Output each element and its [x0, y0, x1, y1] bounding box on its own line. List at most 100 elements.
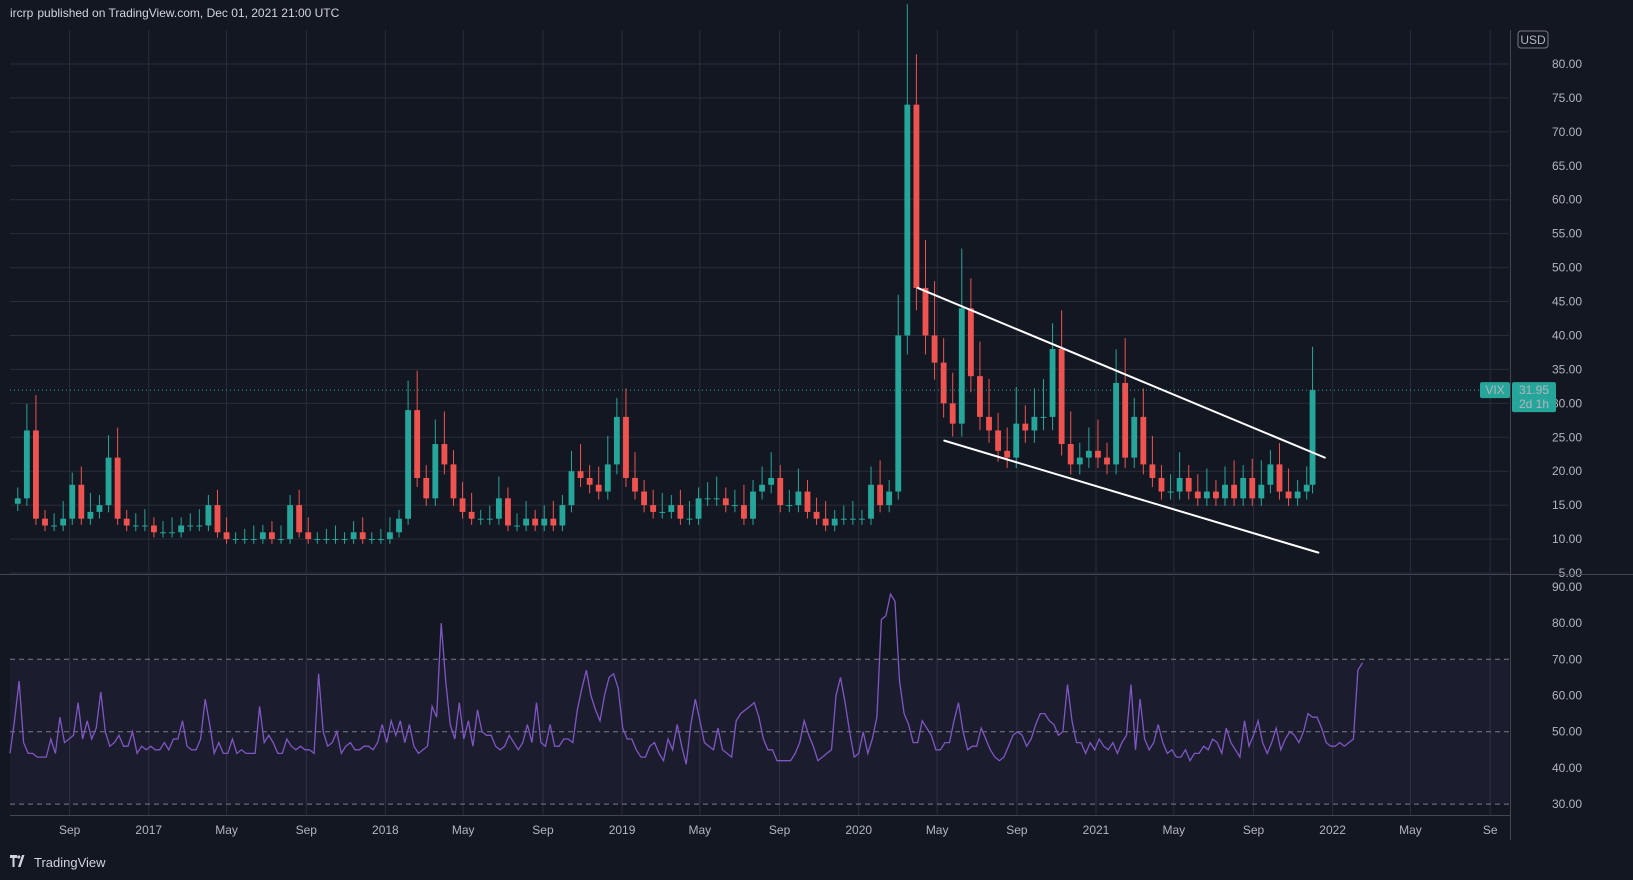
candle-body [1276, 464, 1283, 492]
candle-body [269, 532, 275, 540]
candle-body [1176, 477, 1183, 492]
rsi-axis-label: 40.00 [1552, 761, 1582, 775]
candle-body [722, 498, 729, 506]
candle-body [368, 539, 375, 541]
candle-body [623, 416, 629, 478]
candle-body [686, 518, 693, 520]
candle-body [913, 104, 920, 288]
candle-body [904, 104, 911, 336]
candle-body [1022, 423, 1029, 431]
candle-body [1131, 416, 1138, 458]
candle-body [1113, 382, 1120, 465]
candle-body [986, 416, 992, 431]
candle-body [423, 477, 430, 499]
candle-body [178, 525, 185, 533]
candle-body [441, 444, 448, 465]
currency-label: USD [1520, 33, 1546, 47]
time-axis-label: Sep [769, 823, 791, 837]
candle-body [1203, 491, 1210, 499]
price-axis-label: 80.00 [1552, 57, 1582, 71]
candle-body [1140, 416, 1147, 465]
candle-body [604, 464, 611, 492]
candle-body [1285, 491, 1292, 499]
candle-body [377, 539, 384, 541]
time-axis-label: May [215, 823, 238, 837]
price-axis-label: 30.00 [1552, 396, 1582, 410]
candle-body [632, 477, 638, 492]
candle-body [550, 518, 557, 526]
candle-body [750, 491, 756, 519]
candle-body [895, 335, 902, 492]
candle-body [768, 477, 775, 485]
candle-body [786, 505, 793, 507]
tradingview-logo-icon[interactable] [10, 854, 28, 870]
candle-body [196, 525, 203, 527]
time-axis-label: 2022 [1319, 823, 1346, 837]
candle-body [922, 287, 929, 336]
candle-body [731, 505, 738, 507]
price-axis-label: 45.00 [1552, 295, 1582, 309]
candle-body [259, 532, 266, 540]
candle-body [468, 511, 475, 519]
candle-body [822, 518, 829, 526]
candle-body [250, 539, 257, 541]
time-axis-label: May [1399, 823, 1422, 837]
candle-body [1085, 450, 1092, 458]
candle-body [977, 376, 983, 417]
candle-body [1058, 349, 1065, 445]
time-axis-label: Sep [532, 823, 554, 837]
candle-body [695, 498, 702, 519]
price-axis-label: 40.00 [1552, 328, 1582, 342]
price-axis-label: 50.00 [1552, 261, 1582, 275]
candle-body [1222, 484, 1228, 499]
candle-body [1095, 450, 1101, 458]
time-axis-label: May [689, 823, 712, 837]
candle-body [559, 505, 566, 526]
time-axis-label: 2017 [135, 823, 162, 837]
time-axis-label: Se [1483, 823, 1498, 837]
candle-body [396, 518, 402, 533]
candle-body [42, 518, 48, 526]
candle-body [859, 518, 865, 520]
candle-body [14, 498, 21, 504]
candle-body [849, 518, 856, 520]
candle-body [141, 525, 148, 527]
candle-body [1104, 457, 1110, 465]
candle-body [241, 539, 248, 541]
candle-body [1231, 484, 1238, 499]
price-axis-label: 60.00 [1552, 193, 1582, 207]
candle-body [659, 511, 666, 513]
time-axis-label: 2018 [372, 823, 399, 837]
price-axis-label: 75.00 [1552, 91, 1582, 105]
candle-body [958, 308, 965, 424]
rsi-axis-label: 80.00 [1552, 616, 1582, 630]
rsi-axis-label: 90.00 [1552, 580, 1582, 594]
candle-body [123, 518, 130, 526]
price-axis-label: 10.00 [1552, 532, 1582, 546]
candle-body [813, 511, 820, 519]
candle-body [967, 308, 974, 377]
candle-body [432, 444, 439, 499]
time-axis-label: May [1162, 823, 1185, 837]
price-axis-label: 15.00 [1552, 498, 1582, 512]
candle-body [668, 505, 675, 512]
candle-body [586, 477, 593, 485]
chart-canvas[interactable]: Sep 2017 May Sep 2018 May Sep 2019 May Sep 2020 May… [0, 0, 1633, 880]
candle-body [514, 525, 520, 527]
candle-body [877, 484, 884, 506]
footer: TradingView [10, 852, 106, 872]
candle-body [232, 539, 239, 541]
candle-body [1049, 349, 1056, 417]
candle-body [278, 539, 284, 541]
candle-body [1149, 464, 1156, 478]
candle-body [541, 518, 548, 526]
candle-body [1213, 491, 1219, 499]
candle-body [1303, 484, 1310, 492]
candle-body [641, 491, 648, 506]
candle-body [1076, 457, 1083, 465]
candle-body [1158, 477, 1165, 492]
time-axis-label: 2019 [609, 823, 636, 837]
candle-body [1258, 484, 1265, 499]
candle-body [1249, 477, 1256, 499]
candle-body [886, 491, 893, 506]
